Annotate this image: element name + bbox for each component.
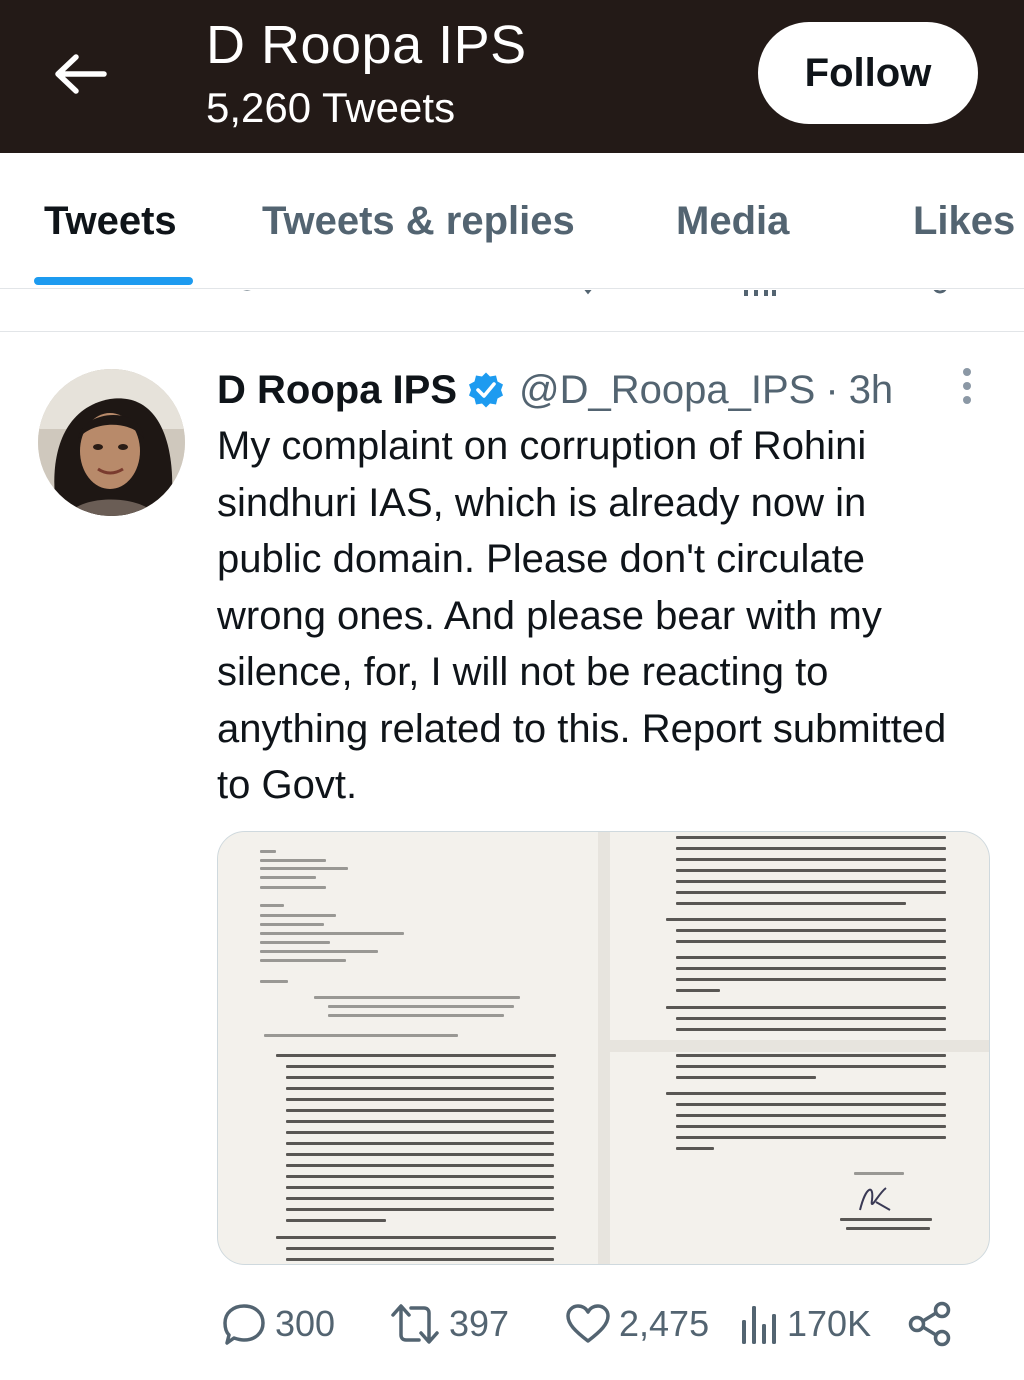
like-button[interactable]: 2,475 [565,1294,709,1354]
document-image-right-bottom[interactable] [610,1052,989,1264]
heart-icon [566,1304,610,1343]
tweet-text: My complaint on corruption of Rohini sin… [217,424,947,807]
retweet-count: 397 [449,1303,510,1344]
retweet-button[interactable]: 397 [389,1294,509,1354]
previous-tweet-actions-cutoff [0,290,1024,332]
more-options-button[interactable] [950,362,984,410]
avatar-image [38,369,185,516]
active-tab-indicator [34,277,193,285]
reply-button[interactable]: 300 [221,1294,335,1354]
document-image-right-top[interactable] [610,832,989,1040]
follow-button[interactable]: Follow [758,22,978,124]
tweet-separator: · [825,367,839,412]
tweet-media-grid[interactable] [217,831,990,1265]
tab-tweets[interactable]: Tweets [44,199,177,244]
back-button[interactable] [50,46,110,102]
views-button[interactable]: 170K [739,1294,871,1354]
views-count: 170K [787,1303,872,1344]
tweet-timestamp[interactable]: 3h [849,368,894,413]
reply-icon [223,1304,265,1345]
more-dot-icon [963,368,971,376]
avatar[interactable] [38,369,185,516]
share-icon [933,290,947,294]
share-icon [908,1301,951,1347]
more-dot-icon [963,396,971,404]
arrow-left-icon [55,54,107,94]
tab-likes[interactable]: Likes [913,199,1015,244]
share-button[interactable] [907,1294,953,1354]
tweet-author-handle[interactable]: @D_Roopa_IPS [519,368,815,413]
reply-icon [243,290,251,291]
retweet-icon [391,1304,439,1344]
signature-icon [859,1187,891,1211]
reply-count: 300 [275,1303,336,1344]
tweet-author-name[interactable]: D Roopa IPS [217,368,457,413]
document-image-left[interactable] [218,832,598,1264]
tab-tweets-and-replies[interactable]: Tweets & replies [262,199,575,244]
like-count: 2,475 [619,1303,710,1344]
tab-media[interactable]: Media [676,199,789,244]
profile-tabs: Tweets Tweets & replies Media Likes [0,153,1024,289]
tweet-header: D Roopa IPS @D_Roopa_IPS · 3h [217,362,893,418]
heart-icon [584,290,592,295]
tweet-actions: 300 397 2,475 170K [217,1294,977,1354]
verified-badge-icon [465,369,507,411]
views-icon [744,290,776,296]
header-profile-name: D Roopa IPS [206,15,527,75]
more-dot-icon [963,382,971,390]
views-icon [742,1306,776,1344]
profile-header: D Roopa IPS 5,260 Tweets Follow [0,0,1024,153]
header-tweet-count: 5,260 Tweets [206,84,456,131]
